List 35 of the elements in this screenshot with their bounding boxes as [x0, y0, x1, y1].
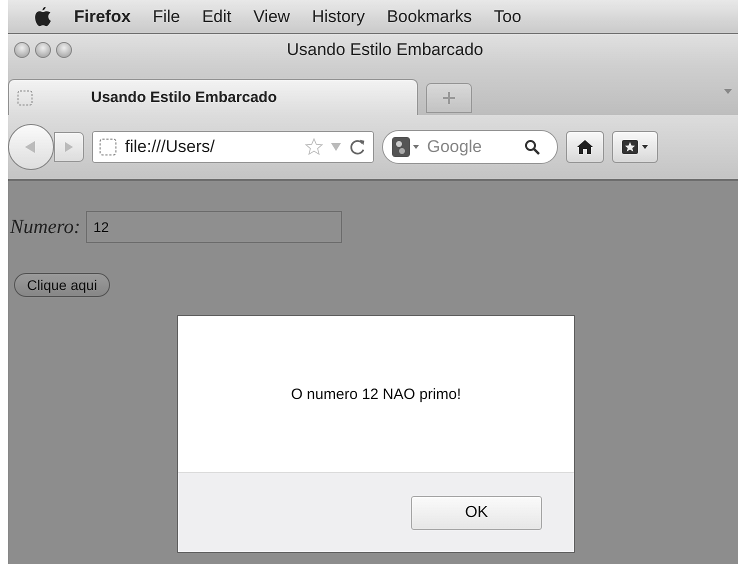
star-icon[interactable]: [305, 138, 323, 156]
apple-icon[interactable]: [34, 6, 52, 27]
window-title: Usando Estilo Embarcado: [286, 40, 484, 60]
tab-list-icon[interactable]: [724, 89, 732, 94]
new-tab-button[interactable]: [426, 83, 472, 113]
forward-arrow-icon: [63, 141, 75, 153]
page-icon: [17, 90, 33, 106]
address-bar[interactable]: file:///Users/: [92, 131, 374, 163]
reload-icon[interactable]: [349, 138, 367, 156]
back-button[interactable]: [8, 124, 54, 170]
alert-message: O numero 12 NAO primo!: [290, 386, 462, 402]
window-control-button[interactable]: [14, 42, 30, 58]
window-control-button[interactable]: [35, 42, 51, 58]
forward-button[interactable]: [54, 132, 84, 162]
page-icon: [99, 138, 117, 156]
menu-item[interactable]: File: [152, 6, 180, 26]
menu-item[interactable]: Bookmarks: [386, 6, 472, 26]
home-button[interactable]: [566, 131, 604, 163]
menu-item[interactable]: History: [312, 6, 365, 26]
bookmark-star-icon: [621, 139, 649, 155]
browser-tab[interactable]: Usando Estilo Embarcado: [8, 79, 418, 115]
menu-item[interactable]: Firefox: [74, 6, 131, 26]
field-label: Numero:: [10, 216, 80, 238]
dropdown-icon[interactable]: [331, 143, 341, 151]
plus-icon: [442, 91, 456, 105]
home-icon: [576, 139, 594, 155]
number-field[interactable]: 12: [86, 211, 342, 243]
submit-button[interactable]: Clique aqui: [14, 273, 110, 297]
window-control-button[interactable]: [56, 42, 72, 58]
ok-button[interactable]: OK: [411, 496, 542, 530]
menu-item[interactable]: View: [253, 6, 290, 26]
search-engine-icon[interactable]: [391, 136, 421, 158]
bookmarks-button[interactable]: [612, 131, 658, 163]
menu-item[interactable]: Too: [494, 6, 522, 26]
menu-item[interactable]: Edit: [202, 6, 232, 26]
